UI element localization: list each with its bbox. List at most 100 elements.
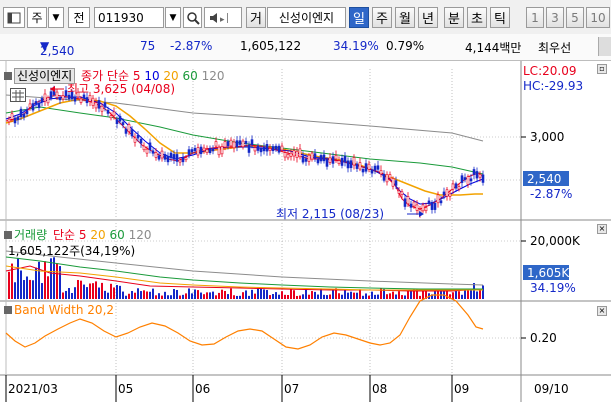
market-dropdown-icon[interactable]: ▼ xyxy=(48,7,64,28)
volume-bar xyxy=(311,291,313,299)
volume-bar xyxy=(233,295,235,299)
candle-body xyxy=(346,160,350,169)
band-title[interactable]: Band Width 20,2 xyxy=(14,303,114,317)
volume-bar xyxy=(212,291,214,299)
candle-body xyxy=(223,141,227,148)
volume-bar xyxy=(458,291,460,299)
candle-body xyxy=(124,128,128,134)
volume-bar xyxy=(74,287,76,299)
period-week-button[interactable]: 주 xyxy=(372,7,392,28)
candle-body xyxy=(331,156,335,164)
candle-body xyxy=(118,115,122,122)
volume-panel-close-icon[interactable]: × xyxy=(597,224,607,234)
candle-body xyxy=(370,169,374,174)
period-tick-button[interactable]: 틱 xyxy=(490,7,510,28)
candle-body xyxy=(301,155,305,163)
candle-body xyxy=(457,186,461,190)
candle-body xyxy=(187,149,191,155)
volume-bar xyxy=(62,292,64,299)
period-year-button[interactable]: 년 xyxy=(418,7,438,28)
candle-body xyxy=(28,103,32,108)
name-search-button[interactable]: 거 xyxy=(246,7,266,28)
volume-bar xyxy=(26,276,28,299)
candle-body xyxy=(337,160,341,165)
volume-bar xyxy=(272,293,274,299)
volume-bar xyxy=(245,290,247,299)
band-legend: Band Width 20,2 xyxy=(4,303,114,317)
candle-body xyxy=(292,150,296,157)
volume-bar xyxy=(305,289,307,299)
volume-bar xyxy=(71,292,73,299)
candle-body xyxy=(184,157,188,161)
candle-body xyxy=(199,146,203,155)
type-button[interactable]: 전 xyxy=(68,7,90,28)
candle-body xyxy=(163,154,167,160)
code-dropdown-icon[interactable]: ▼ xyxy=(165,7,181,28)
market-select[interactable]: 주 xyxy=(27,7,47,28)
volume-bar xyxy=(140,291,142,299)
window-icon[interactable] xyxy=(3,7,25,28)
candle-body xyxy=(229,139,233,147)
volume-bar xyxy=(161,295,163,299)
candle-body xyxy=(205,149,209,154)
volume-title[interactable]: 거래량 xyxy=(14,228,47,242)
volume-bar xyxy=(131,290,133,299)
candle-body xyxy=(379,170,383,175)
volume-bar xyxy=(197,290,199,299)
speaker-icon[interactable]: ▸ xyxy=(204,7,242,28)
candle-body xyxy=(415,204,419,211)
volume-bar xyxy=(266,290,268,299)
volume-bar xyxy=(176,289,178,299)
candle-body xyxy=(115,119,119,124)
quote-scroll-button[interactable] xyxy=(598,37,611,56)
grid-toggle-icon[interactable] xyxy=(10,88,26,102)
candle-body xyxy=(235,140,239,148)
interval-10-button[interactable]: 10 xyxy=(586,7,610,28)
interval-5-button[interactable]: 5 xyxy=(566,7,584,28)
volume-bar xyxy=(473,283,475,299)
candle-body xyxy=(382,173,386,181)
period-month-button[interactable]: 월 xyxy=(395,7,415,28)
ma-period-10: 10 xyxy=(144,69,160,83)
candle-body xyxy=(349,160,353,169)
search-icon[interactable] xyxy=(183,7,202,28)
y-tick-20000k: 20,000K xyxy=(530,234,581,248)
candle-body xyxy=(397,190,401,194)
interval-3-button[interactable]: 3 xyxy=(546,7,564,28)
volume-bar xyxy=(41,283,43,299)
candle-body xyxy=(274,145,278,150)
current-price: 2,540 ▼ xyxy=(40,39,75,58)
candle-body xyxy=(409,203,413,208)
price-panel-maximize-icon[interactable]: ▫ xyxy=(597,64,607,74)
candle-body xyxy=(283,152,287,158)
candle-body xyxy=(208,148,212,154)
period-day-button[interactable]: 일 xyxy=(349,7,369,28)
candle-body xyxy=(454,183,458,189)
volume-bar xyxy=(356,292,358,299)
candle-body xyxy=(391,178,395,187)
band-panel-close-icon[interactable]: × xyxy=(597,306,607,316)
candle-body xyxy=(40,98,44,103)
stock-name-field[interactable]: 신성이엔지 xyxy=(267,7,346,28)
interval-1-button[interactable]: 1 xyxy=(526,7,544,28)
candle-body xyxy=(88,95,92,102)
candle-body xyxy=(145,148,149,154)
candle-body xyxy=(247,144,251,153)
price-change-pct: -2.87% xyxy=(170,39,213,53)
candle-body xyxy=(403,198,407,207)
candle-body xyxy=(79,98,83,103)
volume-bar xyxy=(482,285,484,299)
stock-name-tag[interactable]: 신성이엔지 xyxy=(14,68,76,84)
candle-body xyxy=(313,153,317,159)
volume-bar xyxy=(113,287,115,299)
volume-bar xyxy=(209,292,211,299)
volume-bar xyxy=(146,291,148,299)
candle-body xyxy=(10,113,14,120)
volume-bar xyxy=(263,289,265,299)
x-label-05: 05 xyxy=(118,382,133,396)
period-second-button[interactable]: 초 xyxy=(467,7,487,28)
volume-bar xyxy=(392,291,394,299)
period-minute-button[interactable]: 분 xyxy=(444,7,464,28)
code-input[interactable]: 011930 xyxy=(94,7,164,28)
x-label-09: 09 xyxy=(454,382,469,396)
